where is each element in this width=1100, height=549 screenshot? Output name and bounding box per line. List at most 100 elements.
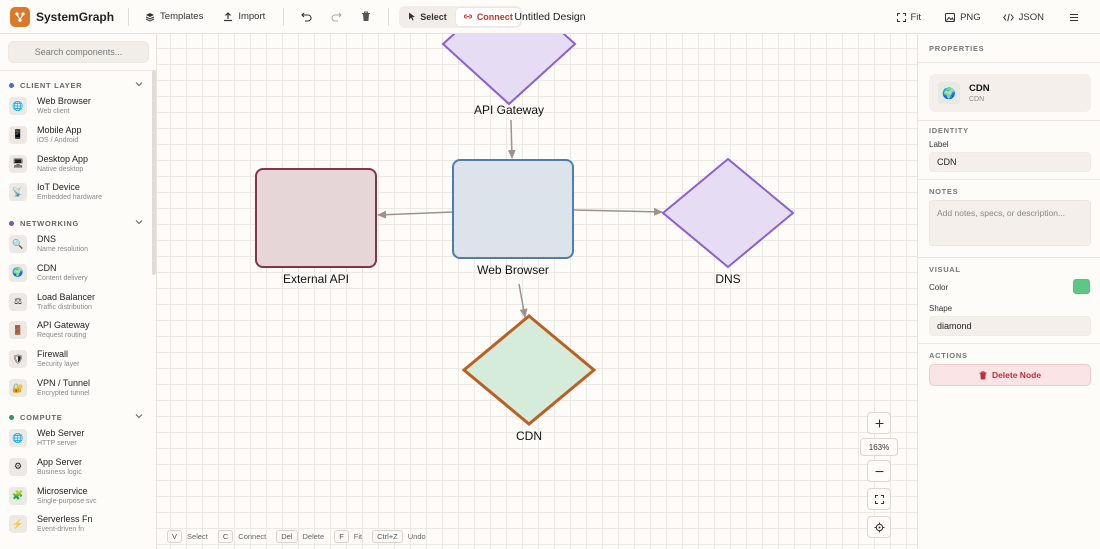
trash-icon — [979, 370, 987, 379]
shortcut-label: Select — [187, 532, 208, 541]
delete-node-button[interactable]: Delete Node — [929, 364, 1091, 386]
diagram-canvas[interactable]: API Gateway External API Web Browser DNS CDN… — [157, 34, 917, 549]
color-swatch[interactable] — [1073, 279, 1090, 294]
component-item[interactable]: 🖥 Desktop App Native desktop — [9, 151, 149, 177]
section-header[interactable]: CLIENT LAYER — [0, 78, 152, 92]
component-item[interactable]: 🚪 API Gateway Request routing — [9, 317, 149, 343]
node-shape[interactable] — [461, 314, 597, 426]
section-title: CLIENT LAYER — [20, 80, 83, 90]
center-view-button[interactable] — [867, 516, 891, 538]
export-png-button[interactable]: PNG — [939, 5, 987, 29]
section-dot — [9, 414, 14, 420]
import-button[interactable]: Import — [217, 5, 271, 29]
zoom-in-button[interactable] — [867, 412, 891, 434]
toolbar-divider — [388, 7, 390, 26]
properties-header: PROPERTIES — [929, 44, 985, 53]
notes-textarea[interactable]: Add notes, specs, or description... — [929, 200, 1091, 246]
color-label: Color — [929, 283, 949, 292]
code-icon — [1002, 13, 1014, 21]
delete-button[interactable] — [354, 5, 378, 29]
component-name: App Server — [37, 456, 83, 467]
shortcut-label: Connect — [238, 532, 267, 541]
component-item[interactable]: 🔍 DNS Name resolution — [9, 231, 149, 257]
sidebar-scrollbar[interactable] — [152, 70, 156, 275]
node-label: External API — [283, 272, 349, 286]
node-api-gateway[interactable]: API Gateway — [441, 34, 577, 117]
component-name: API Gateway — [37, 320, 90, 331]
node-shape[interactable] — [255, 168, 377, 268]
component-description: Request routing — [37, 332, 87, 340]
selected-node-title: CDN — [969, 82, 990, 94]
menu-button[interactable] — [1062, 5, 1086, 29]
component-item[interactable]: ⚖ Load Balancer Traffic distribution — [9, 289, 149, 315]
shortcut-key: C — [217, 530, 234, 543]
node-shape[interactable] — [452, 159, 574, 259]
node-cdn[interactable]: CDN — [461, 314, 597, 443]
node-dns[interactable]: DNS — [661, 157, 795, 286]
section-header[interactable]: COMPUTE — [0, 410, 152, 424]
component-item[interactable]: 🌐 Web Browser Web client — [9, 93, 149, 119]
section-header[interactable]: NETWORKING — [0, 216, 152, 230]
redo-button[interactable] — [324, 5, 348, 29]
component-description: Embedded hardware — [37, 194, 102, 202]
component-item[interactable]: 📡 IoT Device Embedded hardware — [9, 179, 149, 205]
export-json-button[interactable]: JSON — [997, 5, 1050, 29]
shortcut-label: Undo — [407, 532, 426, 541]
component-item[interactable]: 🌍 CDN Content delivery — [9, 260, 149, 286]
desktop-icon: 🖥 — [9, 154, 27, 173]
connect-mode-button[interactable]: Connect — [455, 7, 520, 26]
node-web-browser[interactable]: Web Browser — [452, 159, 574, 277]
undo-button[interactable] — [294, 5, 318, 29]
balance-icon: ⚖ — [9, 292, 27, 311]
globe-icon: 🌐 — [9, 97, 27, 115]
component-name: Serverless Fn — [37, 514, 93, 525]
component-item[interactable]: ⚡ Serverless Fn Event-driven fn — [9, 511, 149, 537]
templates-label: Templates — [160, 11, 204, 22]
node-label: CDN — [516, 429, 542, 443]
edge-web-browser-to-external-api[interactable] — [377, 210, 454, 219]
component-item[interactable]: 🌐 Web Server HTTP server — [9, 425, 149, 451]
label-input[interactable]: CDN — [929, 152, 1091, 172]
node-shape[interactable] — [441, 34, 577, 106]
node-shape[interactable] — [661, 157, 795, 269]
node-external-api[interactable]: External API — [255, 168, 377, 286]
component-name: Mobile App — [37, 124, 82, 135]
edge-web-browser-to-cdn[interactable] — [518, 283, 528, 318]
section-title: NETWORKING — [20, 218, 80, 228]
chevron-down-icon — [135, 82, 143, 87]
layers-icon — [145, 12, 155, 22]
component-name: Microservice — [37, 485, 88, 496]
component-item[interactable]: 📱 Mobile App iOS / Android — [9, 122, 149, 148]
component-description: Security layer — [37, 361, 80, 369]
visual-header: VISUAL — [929, 265, 961, 274]
link-icon — [463, 14, 472, 19]
component-item[interactable]: 🧩 Microservice Single-purpose svc — [9, 483, 149, 509]
component-item[interactable]: ⚙ App Server Business logic — [9, 454, 149, 480]
app-name: SystemGraph — [36, 9, 115, 24]
component-name: Web Browser — [37, 96, 91, 106]
search-icon: 🔍 — [9, 235, 27, 253]
zoom-out-button[interactable] — [867, 460, 891, 482]
component-item[interactable]: 🛡 Firewall Security layer — [9, 346, 149, 372]
identity-header: IDENTITY — [929, 126, 969, 135]
brand: SystemGraph — [10, 6, 115, 27]
crosshair-icon — [874, 522, 884, 532]
templates-button[interactable]: Templates — [139, 5, 209, 29]
select-mode-button[interactable]: Select — [401, 8, 454, 26]
component-name: Firewall — [37, 349, 69, 360]
fit-button[interactable]: Fit — [891, 5, 928, 29]
fit-view-button[interactable] — [867, 488, 891, 510]
component-item[interactable]: 🔐 VPN / Tunnel Encrypted tunnel — [9, 375, 149, 401]
earth-icon: 🌍 — [938, 82, 960, 104]
edge-web-browser-to-dns[interactable] — [572, 207, 663, 216]
hamburger-icon — [1070, 13, 1078, 21]
search-input[interactable]: Search components... — [8, 41, 149, 63]
node-label: DNS — [715, 272, 740, 286]
trash-icon — [362, 11, 371, 21]
edge-api-gateway-to-web-browser[interactable] — [507, 119, 516, 159]
earth-icon: 🌍 — [9, 263, 27, 282]
lightning-icon: ⚡ — [9, 515, 27, 534]
shape-select[interactable]: diamond — [929, 316, 1091, 336]
top-toolbar: SystemGraph Templates Import Select Conn… — [0, 0, 1100, 34]
toolbar-right: Fit PNG JSON — [891, 5, 1087, 29]
